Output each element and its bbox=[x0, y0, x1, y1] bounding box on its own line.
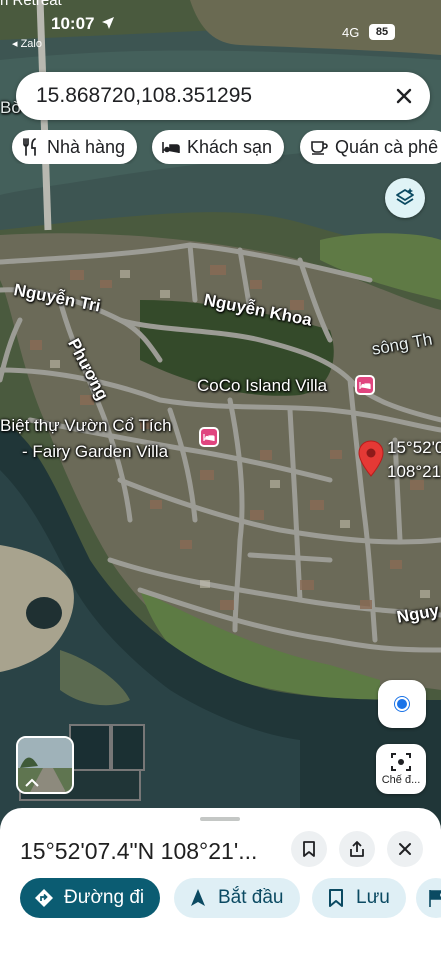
layers-icon bbox=[396, 188, 414, 205]
street-view-image bbox=[18, 738, 72, 792]
map-layers-button[interactable] bbox=[385, 178, 425, 218]
chip-cafes[interactable]: Quán cà phê bbox=[300, 130, 441, 164]
start-label: Bắt đầu bbox=[218, 887, 284, 908]
coffee-icon bbox=[311, 141, 328, 155]
chip-hotels[interactable]: Khách sạn bbox=[152, 130, 285, 164]
flag-icon bbox=[429, 890, 441, 907]
my-location-icon bbox=[395, 697, 409, 711]
start-button[interactable]: Bắt đầu bbox=[174, 878, 300, 918]
place-bottom-sheet[interactable]: 15°52'07.4"N 108°21'... Đường đi Bắt đầu bbox=[0, 808, 441, 959]
scan-mode-button[interactable]: Chế đ... bbox=[376, 744, 426, 794]
search-input[interactable]: 15.868720,108.351295 bbox=[36, 84, 252, 108]
directions-button[interactable]: Đường đi bbox=[20, 878, 161, 918]
sheet-drag-handle[interactable] bbox=[200, 817, 240, 821]
bookmark-icon bbox=[303, 841, 315, 857]
scan-mode-label: Chế đ... bbox=[381, 774, 421, 786]
hotel-pin-icon[interactable] bbox=[355, 375, 375, 395]
chip-label: Quán cà phê bbox=[335, 136, 439, 157]
hotel-icon bbox=[162, 142, 180, 153]
bookmark-icon bbox=[329, 889, 343, 907]
close-sheet-button[interactable] bbox=[387, 831, 423, 867]
my-location-button[interactable] bbox=[378, 680, 426, 728]
share-icon bbox=[350, 841, 364, 857]
location-marker-icon[interactable] bbox=[357, 440, 385, 478]
battery-indicator: 85 bbox=[369, 24, 395, 40]
status-bar: n Retreat 10:07 ◂ Zalo 4G 85 bbox=[0, 0, 441, 52]
pin-coordinate-lat: 15°52'0 bbox=[387, 438, 441, 457]
navigate-arrow-icon bbox=[191, 889, 205, 906]
directions-label: Đường đi bbox=[64, 887, 145, 908]
poi-label-fairy-garden-1[interactable]: Biệt thự Vườn Cổ Tích bbox=[0, 416, 172, 436]
directions-icon bbox=[35, 889, 53, 907]
satellite-map[interactable]: Nguyễn Tri Phương Nguyễn Khoa sông Th Ng… bbox=[0, 0, 441, 830]
category-chips: Nhà hàng Khách sạn Quán cà phê bbox=[0, 130, 441, 164]
close-icon bbox=[399, 843, 411, 855]
back-to-app-link[interactable]: ◂ Zalo bbox=[12, 37, 42, 50]
save-label: Lưu bbox=[356, 887, 390, 908]
save-place-button[interactable] bbox=[291, 831, 327, 867]
network-indicator: 4G bbox=[342, 25, 360, 40]
save-button[interactable]: Lưu bbox=[312, 878, 406, 918]
map-imagery bbox=[0, 0, 441, 830]
poi-label-fairy-garden-2[interactable]: - Fairy Garden Villa bbox=[22, 442, 168, 462]
share-button[interactable] bbox=[339, 831, 375, 867]
chip-label: Khách sạn bbox=[187, 136, 273, 157]
scan-icon bbox=[391, 753, 411, 771]
clock: 10:07 bbox=[51, 14, 95, 33]
search-bar[interactable]: 15.868720,108.351295 bbox=[16, 72, 430, 120]
location-arrow-icon bbox=[102, 17, 114, 29]
restaurant-icon bbox=[23, 138, 36, 156]
status-bar-fragment: n Retreat bbox=[0, 0, 62, 9]
chip-restaurants[interactable]: Nhà hàng bbox=[12, 130, 138, 164]
poi-label-coco-island-villa[interactable]: CoCo Island Villa bbox=[197, 376, 327, 396]
place-actions: Đường đi Bắt đầu Lưu bbox=[0, 878, 441, 918]
place-title: 15°52'07.4"N 108°21'... bbox=[20, 838, 258, 864]
close-icon[interactable] bbox=[392, 84, 416, 108]
street-view-thumbnail[interactable] bbox=[16, 736, 74, 794]
hotel-pin-icon[interactable] bbox=[199, 427, 219, 447]
more-actions-button[interactable] bbox=[416, 878, 441, 918]
chip-label: Nhà hàng bbox=[47, 136, 126, 157]
pin-coordinate-label: 15°52'0 108°21 bbox=[387, 436, 441, 484]
pin-coordinate-lng: 108°21 bbox=[387, 462, 441, 481]
